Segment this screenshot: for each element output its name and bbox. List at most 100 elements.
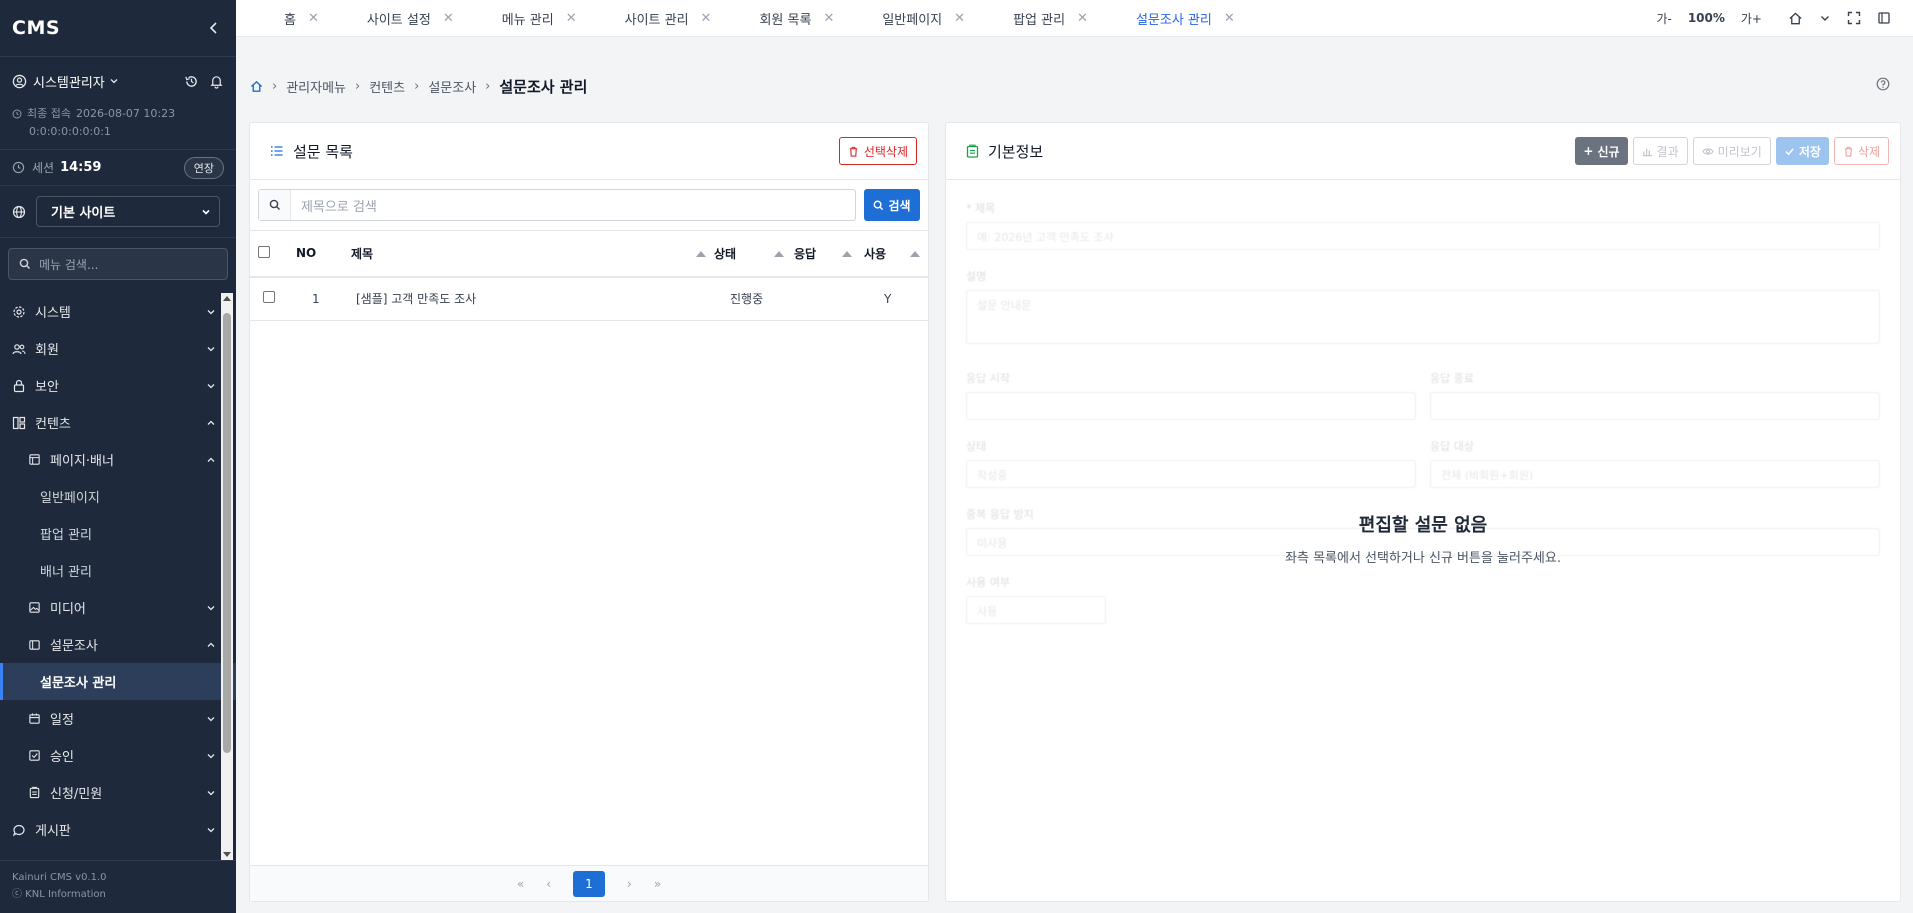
preview-label: 미리보기 xyxy=(1717,144,1762,159)
sidebar-item-contents[interactable]: 컨텐츠 xyxy=(0,404,236,441)
tab-site-management[interactable]: 사이트 관리 ✕ xyxy=(577,0,712,37)
breadcrumb-item[interactable]: 관리자메뉴 xyxy=(286,77,346,96)
sidebar-scrollbar[interactable] xyxy=(221,293,233,860)
sidebar-item-applications[interactable]: 신청/민원 xyxy=(0,774,236,811)
delete-selected-button[interactable]: 선택삭제 xyxy=(838,137,917,165)
tab-site-settings[interactable]: 사이트 설정 ✕ xyxy=(319,0,454,37)
scrollbar-thumb[interactable] xyxy=(223,313,231,753)
grid-icon xyxy=(12,416,26,430)
breadcrumb-separator: › xyxy=(272,78,278,94)
menu-search-input[interactable]: 메뉴 검색... xyxy=(8,248,228,280)
table-row[interactable]: 1 [샘플] 고객 만족도 조사 진행중 Y xyxy=(250,277,928,321)
sidebar-item-label: 신청/민원 xyxy=(50,787,103,802)
font-decrease-button[interactable]: 가- xyxy=(1656,10,1671,27)
brand-logo: CMS xyxy=(12,17,61,39)
close-icon[interactable]: ✕ xyxy=(701,11,712,26)
sidebar-item-security[interactable]: 보안 xyxy=(0,367,236,404)
tab-menu-management[interactable]: 메뉴 관리 ✕ xyxy=(454,0,577,37)
collapse-sidebar-icon[interactable] xyxy=(208,21,220,35)
page-number-current[interactable]: 1 xyxy=(573,870,605,897)
new-survey-button[interactable]: + 신규 xyxy=(1575,137,1628,165)
session-timer: 14:59 xyxy=(60,160,102,175)
tab-member-list[interactable]: 회원 목록 ✕ xyxy=(711,0,834,37)
delete-button[interactable]: 삭제 xyxy=(1833,137,1889,165)
result-button[interactable]: 결과 xyxy=(1632,137,1688,165)
form-target-select: 전체 (비회원+회원) xyxy=(1430,460,1880,488)
save-button[interactable]: 저장 xyxy=(1775,137,1829,165)
column-no[interactable]: NO xyxy=(296,231,351,277)
extend-session-button[interactable]: 연장 xyxy=(183,156,224,179)
last-page-button[interactable]: » xyxy=(654,877,661,891)
column-use[interactable]: 사용 xyxy=(864,231,928,277)
sidebar-item-approval[interactable]: 승인 xyxy=(0,737,236,774)
first-page-button[interactable]: « xyxy=(517,877,524,891)
close-icon[interactable]: ✕ xyxy=(1077,11,1088,26)
sidebar-item-popup[interactable]: 팝업 관리 xyxy=(0,515,236,552)
select-all-checkbox-cell xyxy=(250,231,296,277)
sidebar-item-pages-banners[interactable]: 페이지·배너 xyxy=(0,441,236,478)
user-row: 시스템관리자 xyxy=(0,57,236,105)
row-checkbox[interactable] xyxy=(263,291,275,304)
site-select[interactable]: 기본 사이트 xyxy=(36,196,220,227)
close-icon[interactable]: ✕ xyxy=(308,11,319,26)
gear-icon xyxy=(12,305,26,319)
preview-button[interactable]: 미리보기 xyxy=(1692,137,1771,165)
search-icon xyxy=(19,258,31,270)
tab-survey-management[interactable]: 설문조사 관리 ✕ xyxy=(1088,0,1235,37)
fullscreen-icon[interactable] xyxy=(1847,11,1861,25)
detail-actions: + 신규 결과 미리보기 저장 삭제 xyxy=(1575,137,1889,165)
breadcrumb-item[interactable]: 컨텐츠 xyxy=(369,77,405,96)
form-end-input xyxy=(1430,392,1880,420)
home-icon[interactable] xyxy=(250,80,263,93)
history-icon[interactable] xyxy=(184,74,199,89)
close-icon[interactable]: ✕ xyxy=(443,11,454,26)
tab-general-page[interactable]: 일반페이지 ✕ xyxy=(834,0,965,37)
row-title[interactable]: [샘플] 고객 만족도 조사 xyxy=(351,277,714,321)
close-icon[interactable]: ✕ xyxy=(1224,11,1235,26)
column-title[interactable]: 제목 xyxy=(351,231,714,277)
sidebar-item-schedule[interactable]: 일정 xyxy=(0,700,236,737)
sidebar-item-media[interactable]: 미디어 xyxy=(0,589,236,626)
sidebar-item-banner[interactable]: 배너 관리 xyxy=(0,552,236,589)
select-all-checkbox[interactable] xyxy=(258,245,270,258)
chevron-up-icon xyxy=(206,640,216,650)
chevron-down-icon[interactable] xyxy=(1819,12,1831,24)
chevron-down-icon[interactable] xyxy=(109,76,119,86)
close-icon[interactable]: ✕ xyxy=(823,11,834,26)
close-icon[interactable]: ✕ xyxy=(954,11,965,26)
sidebar-item-survey-management[interactable]: 설문조사 관리 xyxy=(0,663,236,700)
empty-state-message: 좌측 목록에서 선택하거나 신규 버튼을 눌러주세요. xyxy=(1285,551,1561,566)
chevron-up-icon xyxy=(206,418,216,428)
chevron-down-icon xyxy=(206,825,216,835)
column-responses[interactable]: 응답 xyxy=(794,231,864,277)
chevron-down-icon xyxy=(206,751,216,761)
font-increase-button[interactable]: 가+ xyxy=(1741,10,1762,27)
tab-home[interactable]: 홈 ✕ xyxy=(236,0,319,37)
survey-search-input[interactable]: 제목으로 검색 xyxy=(258,189,856,221)
sidebar-item-board[interactable]: 게시판 xyxy=(0,811,236,848)
users-icon xyxy=(12,342,26,356)
sidebar-item-members[interactable]: 회원 xyxy=(0,330,236,367)
more-icon[interactable] xyxy=(1877,11,1891,25)
help-icon[interactable] xyxy=(1876,77,1890,91)
close-icon[interactable]: ✕ xyxy=(566,11,577,26)
empty-state-title: 편집할 설문 없음 xyxy=(1358,515,1488,536)
home-icon[interactable] xyxy=(1788,11,1803,26)
bell-icon[interactable] xyxy=(209,74,224,89)
column-status[interactable]: 상태 xyxy=(714,231,794,277)
row-responses xyxy=(794,277,864,321)
search-button[interactable]: 검색 xyxy=(864,189,920,221)
next-page-button[interactable]: › xyxy=(627,877,632,891)
search-icon xyxy=(873,200,884,211)
scroll-down-arrow[interactable] xyxy=(223,852,231,857)
prev-page-button[interactable]: ‹ xyxy=(546,877,551,891)
user-name-dropdown[interactable]: 시스템관리자 xyxy=(33,72,105,91)
scroll-up-arrow[interactable] xyxy=(223,296,231,301)
row-status: 진행중 xyxy=(730,292,764,307)
breadcrumb-item[interactable]: 설문조사 xyxy=(428,77,476,96)
tab-popup[interactable]: 팝업 관리 ✕ xyxy=(965,0,1088,37)
sidebar-item-survey[interactable]: 설문조사 xyxy=(0,626,236,663)
sidebar-item-general-page[interactable]: 일반페이지 xyxy=(0,478,236,515)
sidebar-item-system[interactable]: 시스템 xyxy=(0,293,236,330)
site-selector-row: 기본 사이트 xyxy=(0,186,236,238)
